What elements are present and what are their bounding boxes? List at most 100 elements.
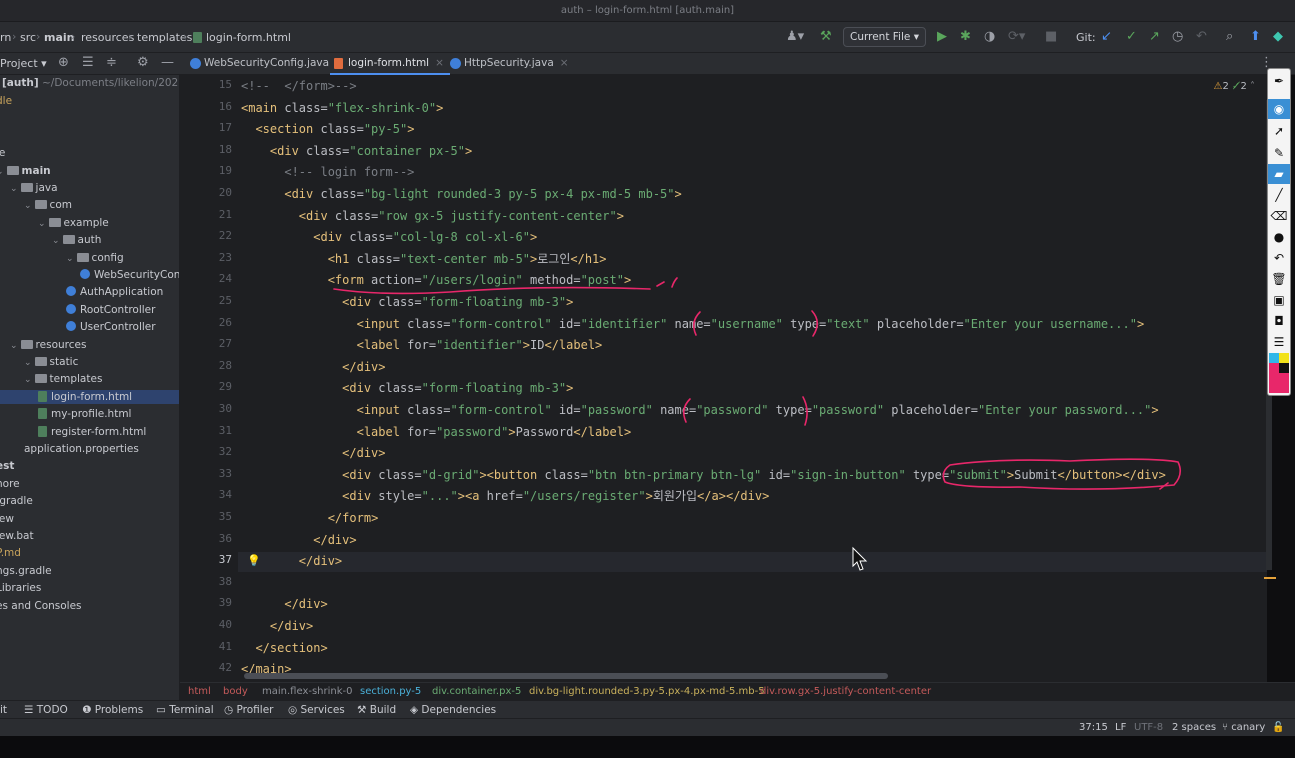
path-section[interactable]: section.py-5 [360, 686, 421, 697]
tree-item[interactable]: login-form.html [0, 389, 179, 404]
rollback-icon[interactable]: ↶ [1196, 28, 1207, 46]
current-color-icon[interactable] [1269, 373, 1289, 393]
tool-services[interactable]: ◎ Services [288, 704, 345, 716]
tree-item[interactable]: application.properties [24, 442, 139, 456]
eye-icon[interactable]: ◉ [1268, 99, 1290, 119]
tree-item[interactable]: nore [0, 477, 20, 491]
chevron-down-icon[interactable]: ⌄ [24, 201, 32, 211]
chevron-down-icon[interactable]: ⌄ [0, 167, 4, 177]
search-icon[interactable]: ⌕ [1226, 28, 1233, 46]
color-swatch-magenta-icon[interactable] [1269, 363, 1279, 373]
tree-item[interactable]: AuthApplication [66, 285, 163, 299]
path-html[interactable]: html [188, 686, 211, 697]
tree-item[interactable]: ⌄ java [10, 181, 58, 196]
breadcrumb-root[interactable]: rn [0, 31, 11, 44]
gear-icon[interactable]: ⚙ [137, 54, 149, 72]
caret-position[interactable]: 37:15 [1079, 722, 1108, 733]
chevron-down-icon[interactable]: ⌄ [52, 236, 60, 246]
chevron-up-icon[interactable]: ˄ [1250, 81, 1255, 92]
project-root[interactable]: [auth] ~/Documents/likelion/2023_b [2, 76, 179, 90]
file-encoding[interactable]: UTF-8 [1134, 722, 1163, 733]
tree-item[interactable]: ⌄ static [24, 355, 78, 370]
tree-item[interactable]: .gradle [0, 494, 33, 508]
lock-icon[interactable]: 🔓 [1272, 722, 1284, 733]
path-bg-light[interactable]: div.bg-light.rounded-3.py-5.px-4.px-md-5… [529, 686, 765, 697]
plugin-icon[interactable]: ◆ [1273, 28, 1283, 46]
tab-httpsecurity[interactable]: HttpSecurity.java × [446, 53, 575, 75]
tree-item[interactable]: ⌄ example [38, 216, 109, 231]
color-swatch-yellow-icon[interactable] [1279, 353, 1289, 363]
chevron-down-icon[interactable]: ⌄ [10, 184, 18, 194]
lightbulb-icon[interactable]: 💡 [247, 554, 261, 567]
tree-item[interactable]: ⌄ auth [52, 233, 101, 248]
tool-dependencies[interactable]: ◈ Dependencies [410, 704, 496, 716]
color-swatch-black-icon[interactable] [1279, 363, 1289, 373]
vcs-user-icon[interactable]: ♟▾ [786, 28, 804, 46]
screen-icon[interactable]: ▣ [1268, 290, 1290, 310]
eraser-icon[interactable]: ⌫ [1268, 206, 1290, 226]
undo-icon[interactable]: ↶ [1268, 248, 1290, 268]
project-view-label[interactable]: Project ▾ [0, 57, 47, 70]
close-icon[interactable]: × [435, 57, 444, 69]
collapse-all-icon[interactable]: ≑ [106, 54, 117, 72]
tab-login-form[interactable]: login-form.html × [330, 53, 450, 75]
line-separator[interactable]: LF [1115, 722, 1126, 733]
breadcrumb-main[interactable]: main [44, 31, 75, 44]
tree-item[interactable]: my-profile.html [38, 407, 131, 421]
locate-icon[interactable]: ⊕ [58, 54, 69, 72]
close-icon[interactable]: × [560, 57, 569, 69]
tree-item[interactable]: ⌄ resources [10, 338, 86, 353]
tree-item[interactable]: est [0, 459, 14, 473]
color-swatch-cyan-icon[interactable] [1269, 353, 1279, 363]
chevron-down-icon[interactable]: ⌄ [66, 254, 74, 264]
trash-icon[interactable]: 🗑 [1268, 269, 1290, 289]
highlighter-icon[interactable]: ▰ [1268, 164, 1290, 184]
git-push-icon[interactable]: ↗ [1149, 28, 1160, 46]
laser-icon[interactable]: ✎ [1268, 143, 1290, 163]
path-row[interactable]: div.row.gx-5.justify-content-center [760, 686, 931, 697]
tree-item[interactable]: ngs.gradle [0, 564, 52, 578]
code-editor[interactable]: 15 16 17 18 19 20 21 22 23 24 25 26 27 28 29 30 31 32 33 34… [180, 75, 1267, 682]
line-tool-icon[interactable]: ╱ [1268, 185, 1290, 205]
tree-item[interactable]: UserController [66, 320, 156, 334]
breadcrumb-resources[interactable]: resources [81, 31, 134, 44]
tool-todo[interactable]: ☰ TODO [24, 704, 68, 716]
pointer-icon[interactable]: ➚ [1268, 121, 1290, 141]
horizontal-scrollbar[interactable] [244, 673, 888, 679]
stop-icon[interactable]: ■ [1045, 28, 1057, 46]
tree-item[interactable]: register-form.html [38, 425, 146, 439]
tree-item[interactable]: ⌄ main [0, 164, 51, 179]
profile-icon[interactable]: ⟳▾ [1008, 28, 1025, 46]
tree-item[interactable]: ⌄ config [66, 251, 124, 266]
pen-tool-icon[interactable]: ✒ [1268, 71, 1290, 91]
tree-item[interactable]: WebSecurityConfig [80, 268, 179, 282]
chevron-down-icon[interactable]: ⌄ [38, 219, 46, 229]
tool-problems[interactable]: ❶ Problems [82, 704, 143, 716]
coverage-icon[interactable]: ◑ [984, 28, 995, 46]
git-commit-icon[interactable]: ✓ [1126, 28, 1137, 46]
tree-item[interactable]: P.md [0, 546, 21, 560]
hide-panel-icon[interactable]: — [161, 54, 174, 72]
update-icon[interactable]: ⬆ [1250, 28, 1261, 46]
breadcrumb-src[interactable]: src [20, 31, 36, 44]
indent-setting[interactable]: 2 spaces [1172, 722, 1216, 733]
tree-item[interactable]: le [0, 146, 5, 160]
clipboard-icon[interactable]: ☰ [1268, 332, 1290, 352]
tree-item[interactable]: Libraries [0, 581, 41, 595]
tree-item[interactable]: lew.bat [0, 529, 34, 543]
path-container[interactable]: div.container.px-5 [432, 686, 521, 697]
tree-item[interactable]: es and Consoles [0, 599, 82, 613]
expand-all-icon[interactable]: ☰ [82, 54, 94, 72]
brush-size-icon[interactable]: ● [1268, 227, 1290, 247]
tool-git[interactable]: it [0, 704, 7, 716]
tab-websecurityconfig[interactable]: WebSecurityConfig.java× [186, 53, 350, 75]
git-update-icon[interactable]: ↙ [1101, 28, 1112, 46]
debug-icon[interactable]: ✱ [960, 28, 971, 46]
breadcrumb-file[interactable]: login-form.html [193, 31, 291, 44]
run-icon[interactable]: ▶ [937, 28, 947, 46]
tree-item[interactable]: RootController [66, 303, 155, 317]
tool-terminal[interactable]: ▭ Terminal [156, 704, 214, 716]
chevron-down-icon[interactable]: ⌄ [24, 375, 32, 385]
tool-build[interactable]: ⚒ Build [357, 704, 396, 716]
chevron-down-icon[interactable]: ⌄ [10, 341, 18, 351]
